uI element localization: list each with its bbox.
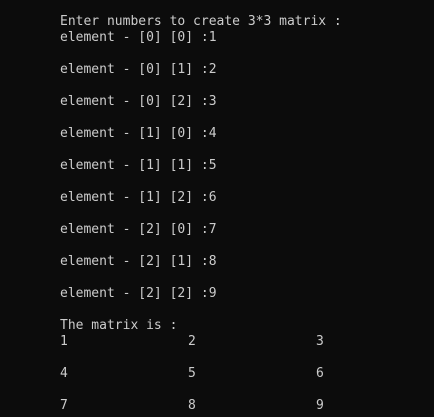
element-line: element - [1] [1] :5 [60,158,217,173]
matrix-cell: 3 [316,334,324,349]
matrix-cell: 9 [316,398,324,413]
matrix-cell: 5 [188,366,196,381]
matrix-cell: 2 [188,334,196,349]
prompt-text: Enter numbers to create 3*3 matrix : [60,14,342,29]
element-line: element - [1] [2] :6 [60,190,217,205]
element-line: element - [2] [1] :8 [60,254,217,269]
matrix-heading: The matrix is : [60,318,178,333]
element-line: element - [0] [0] :1 [60,30,217,45]
matrix-cell: 6 [316,366,324,381]
matrix-cell: 8 [188,398,196,413]
element-line: element - [2] [2] :9 [60,286,217,301]
element-line: element - [1] [0] :4 [60,126,217,141]
matrix-cell: 1 [60,334,68,349]
element-line: element - [0] [1] :2 [60,62,217,77]
element-line: element - [2] [0] :7 [60,222,217,237]
matrix-cell: 4 [60,366,68,381]
matrix-cell: 7 [60,398,68,413]
element-line: element - [0] [2] :3 [60,94,217,109]
console-window[interactable]: Enter numbers to create 3*3 matrix : ele… [0,0,434,417]
